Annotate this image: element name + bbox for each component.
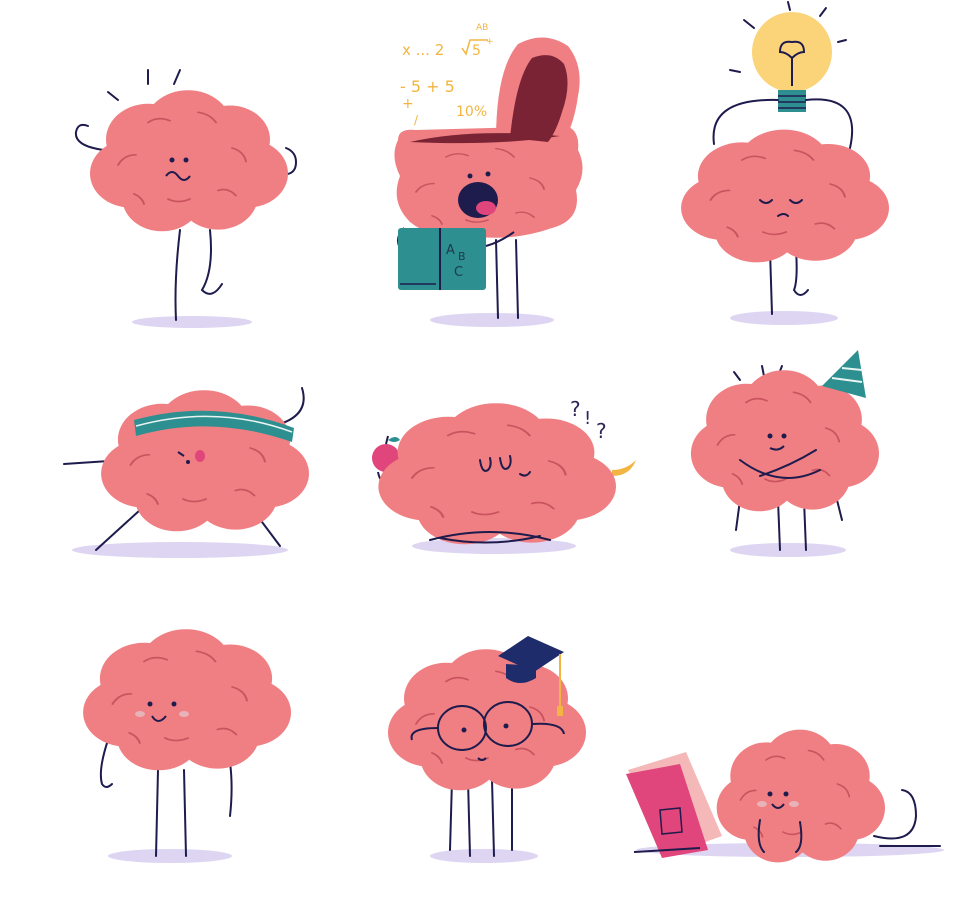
svg-text:!: ! [584, 408, 591, 429]
svg-text:A: A [446, 243, 455, 258]
brain-characters-illustration: x ... 2 AB 5 + - 5 + 5 + 10% / A B C ? !… [63, 1, 944, 863]
legs [174, 229, 223, 321]
svg-text:?: ? [596, 419, 607, 443]
ground-shadow [132, 316, 252, 328]
svg-text:/: / [414, 113, 419, 127]
svg-text:x ... 2: x ... 2 [402, 41, 444, 59]
meditating-brain: ? ! ? [372, 397, 636, 554]
ground-shadow [730, 311, 838, 325]
ground-shadow [72, 542, 288, 558]
ground-shadow [430, 313, 554, 327]
legs [495, 239, 519, 319]
svg-text:C: C [454, 265, 463, 280]
math-formula: x ... 2 AB 5 + - 5 + 5 + 10% / [400, 23, 494, 127]
svg-text:?: ? [570, 397, 581, 421]
tail-line [873, 789, 941, 847]
legs [155, 769, 187, 857]
svg-text:5: 5 [472, 43, 481, 59]
graduate-brain [388, 636, 586, 863]
ground-shadow [730, 543, 846, 557]
idea-brain [681, 1, 889, 325]
exercising-brain [63, 387, 309, 558]
open-head-brain: x ... 2 AB 5 + - 5 + 5 + 10% / A B C [394, 23, 583, 327]
svg-text:+: + [486, 37, 494, 47]
svg-text:10%: 10% [456, 104, 487, 120]
ground-shadow [430, 849, 538, 863]
lightbulb-icon [752, 12, 832, 112]
svg-text:- 5 + 5: - 5 + 5 [400, 77, 455, 96]
svg-text:B: B [458, 250, 466, 263]
svg-text:AB: AB [476, 23, 488, 33]
reading-brain [626, 729, 944, 863]
flexing-brain [74, 69, 298, 328]
brain-body [378, 403, 616, 545]
svg-text:+: + [402, 96, 414, 112]
brain-body [83, 629, 291, 771]
brain-body [388, 649, 586, 791]
brain-body [90, 90, 288, 232]
legs [449, 779, 513, 857]
legs [769, 249, 809, 315]
smiling-brain [83, 629, 291, 863]
ground-shadow [108, 849, 232, 863]
brain-body [681, 129, 889, 263]
ground-shadow [412, 538, 576, 554]
pink-book-icon [626, 752, 722, 858]
party-brain [690, 350, 879, 557]
